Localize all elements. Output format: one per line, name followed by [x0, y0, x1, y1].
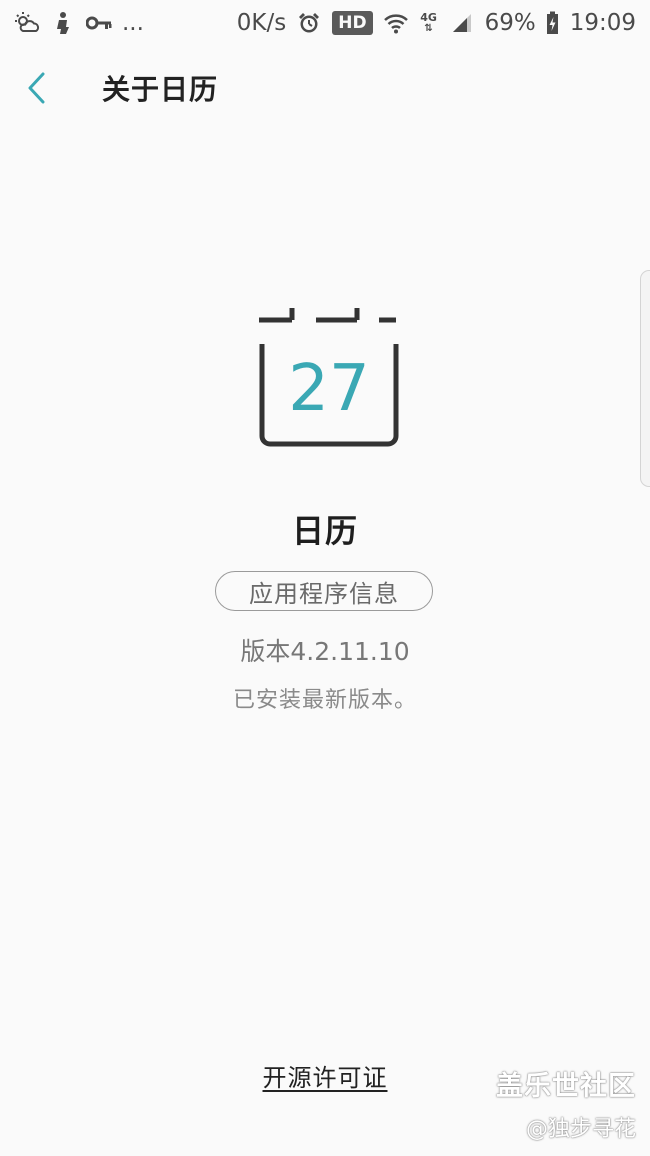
update-status-text: 已安装最新版本。 — [232, 688, 417, 713]
weather-icon — [14, 10, 40, 36]
notification-icon — [50, 10, 76, 36]
battery-percent: 69% — [484, 10, 536, 36]
status-bar-right: 0K/s HD 4G ⇅ 69% 19:09 — [237, 10, 636, 36]
data-arrows-icon: ⇅ — [424, 23, 433, 34]
app-info-button[interactable]: 应用程序信息 — [215, 571, 433, 611]
network-type-icon: 4G ⇅ — [419, 10, 439, 36]
edge-panel-handle[interactable] — [640, 270, 650, 487]
back-button[interactable] — [26, 56, 96, 120]
calendar-app-icon: 27 — [254, 300, 402, 452]
key-icon — [86, 10, 112, 36]
about-calendar-screen: ... 0K/s HD 4G ⇅ 69% 19:09 关于日历 27 日历 应用… — [0, 0, 650, 1156]
chevron-left-icon — [28, 72, 45, 104]
app-bar: 关于日历 — [0, 56, 650, 120]
net-speed: 0K/s — [236, 10, 287, 36]
signal-strength-icon — [449, 10, 475, 36]
network-type-label: 4G — [420, 11, 437, 24]
wifi-icon — [383, 10, 409, 36]
community-watermark: 盖乐世社区 @独步寻花 — [496, 1064, 636, 1143]
watermark-line1: 盖乐世社区 — [496, 1071, 636, 1102]
alarm-icon — [296, 10, 322, 36]
hd-badge: HD — [332, 11, 373, 35]
calendar-day-number: 27 — [288, 352, 369, 426]
open-source-license-label: 开源许可证 — [262, 1064, 388, 1092]
status-bar-left: ... — [14, 10, 144, 36]
battery-charging-icon — [546, 10, 560, 36]
more-notifications-indicator: ... — [122, 10, 144, 36]
status-bar: ... 0K/s HD 4G ⇅ 69% 19:09 — [0, 0, 650, 46]
app-name: 日历 — [291, 512, 358, 550]
version-text: 版本4.2.11.10 — [240, 637, 410, 666]
page-title: 关于日历 — [102, 73, 219, 106]
clock-time: 19:09 — [569, 10, 636, 36]
watermark-line2: @独步寻花 — [525, 1117, 636, 1142]
